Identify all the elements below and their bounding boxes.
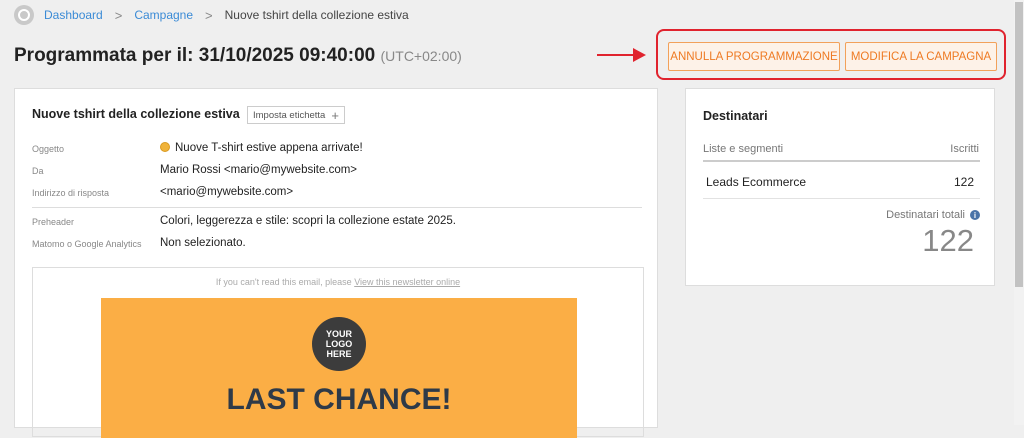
field-value-from: Mario Rossi <mario@mywebsite.com> (160, 164, 358, 176)
field-value-analytics: Non selezionato. (160, 237, 246, 249)
total-recipients-label-row: Destinatari totali i (886, 209, 980, 221)
info-icon[interactable]: i (970, 210, 980, 220)
home-icon[interactable] (14, 5, 34, 25)
divider (32, 207, 642, 208)
set-tag-button[interactable]: Imposta etichetta + (247, 106, 345, 124)
breadcrumb-current: Nuove tshirt della collezione estiva (224, 8, 409, 22)
field-label: Indirizzo di risposta (32, 188, 110, 198)
recipients-title: Destinatari (703, 109, 768, 123)
preview-note: If you can't read this email, please Vie… (33, 277, 643, 287)
breadcrumb: Dashboard > Campagne > Nuove tshirt dell… (14, 5, 409, 25)
logo-text: YOUR LOGO HERE (325, 329, 353, 359)
column-header-subscribers: Iscritti (950, 143, 979, 155)
timezone-label: (UTC+02:00) (380, 48, 462, 64)
email-headline: LAST CHANCE! (226, 383, 452, 416)
annotation-arrow-line (597, 54, 635, 56)
field-label: Oggetto (32, 144, 65, 154)
cancel-schedule-button[interactable]: ANNULLA PROGRAMMAZIONE (668, 42, 840, 71)
page-title: Programmata per il: 31/10/2025 09:40:00 … (14, 45, 462, 67)
divider (703, 160, 980, 162)
field-value-preheader: Colori, leggerezza e stile: scopri la co… (160, 215, 456, 227)
field-value-subject: Nuove T-shirt estive appena arrivate! (160, 142, 363, 154)
email-banner: YOUR LOGO HERE LAST CHANCE! (101, 298, 577, 438)
divider (703, 198, 980, 199)
field-value-reply-to: <mario@mywebsite.com> (160, 186, 294, 198)
arrow-right-icon (633, 48, 646, 62)
highlight-box: ANNULLA PROGRAMMAZIONE MODIFICA LA CAMPA… (656, 29, 1006, 80)
plus-icon: + (331, 107, 339, 123)
chevron-right-icon: > (114, 7, 123, 23)
campaign-card: Nuove tshirt della collezione estiva Imp… (14, 88, 658, 438)
campaign-name: Nuove tshirt della collezione estiva (32, 107, 240, 121)
scrollbar-thumb[interactable] (1015, 2, 1023, 287)
email-preview[interactable]: If you can't read this email, please Vie… (32, 267, 644, 438)
set-tag-label: Imposta etichetta (253, 109, 326, 121)
logo-placeholder: YOUR LOGO HERE (312, 317, 366, 371)
chevron-right-icon: > (205, 7, 213, 23)
preview-note-text: If you can't read this email, please (215, 277, 352, 287)
recipients-card: Destinatari Liste e segmenti Iscritti Le… (685, 88, 995, 286)
emoji-sun-icon (160, 142, 170, 152)
edit-campaign-button[interactable]: MODIFICA LA CAMPAGNA (845, 42, 997, 71)
field-label: Matomo o Google Analytics (32, 239, 142, 249)
total-recipients-value: 122 (922, 223, 974, 258)
total-recipients-label: Destinatari totali (886, 209, 965, 221)
field-label: Da (32, 166, 44, 176)
breadcrumb-campagne[interactable]: Campagne (134, 8, 193, 22)
subject-text: Nuove T-shirt estive appena arrivate! (175, 142, 363, 154)
view-online-link[interactable]: View this newsletter online (354, 277, 460, 287)
field-label: Preheader (32, 217, 75, 227)
breadcrumb-dashboard[interactable]: Dashboard (44, 8, 103, 22)
list-name: Leads Ecommerce (706, 175, 807, 189)
list-count: 122 (953, 175, 974, 189)
schedule-title: Programmata per il: 31/10/2025 09:40:00 (14, 45, 376, 66)
column-header-lists: Liste e segmenti (703, 143, 784, 155)
